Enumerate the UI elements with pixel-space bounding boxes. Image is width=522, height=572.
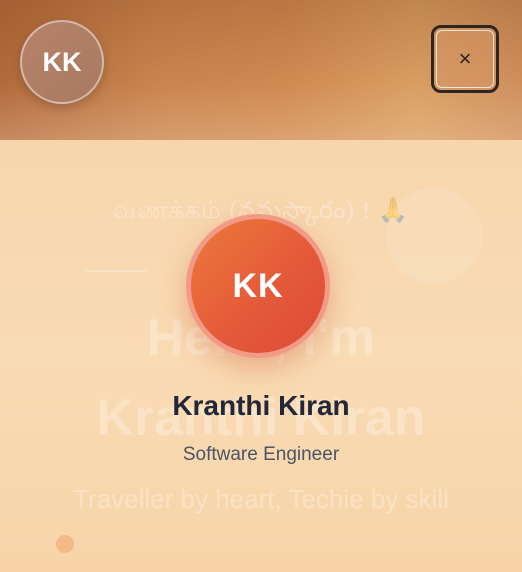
background-dot xyxy=(56,535,74,553)
profile-avatar: KK xyxy=(186,214,330,358)
background-divider xyxy=(86,270,146,272)
background-tagline: Traveller by heart, Techie by skill xyxy=(73,484,449,514)
close-button[interactable]: × xyxy=(431,25,499,93)
profile-role: Software Engineer xyxy=(182,444,340,465)
profile-name: Kranthi Kiran xyxy=(172,390,350,421)
close-icon: × xyxy=(458,46,472,71)
header-avatar[interactable]: KK xyxy=(20,20,104,104)
page: வணக்கம் (నమస్కారం) ! 🙏 Hello, I'm Kranth… xyxy=(0,0,522,572)
